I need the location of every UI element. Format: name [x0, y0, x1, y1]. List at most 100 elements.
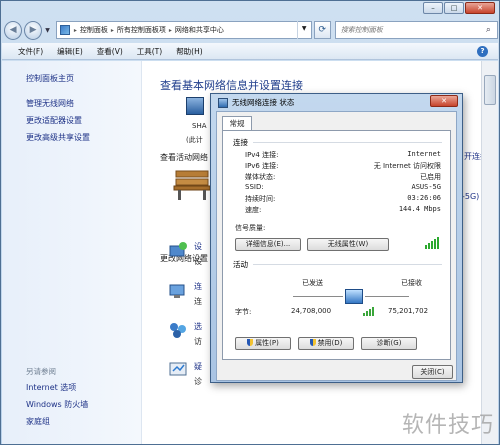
media-state-value: 已启用 [420, 173, 441, 181]
wireless-adapter-icon [218, 97, 228, 108]
bytes-label: 字节: [235, 308, 252, 316]
see-also-internet-options[interactable]: Internet 选项 [26, 382, 76, 393]
breadcrumb-separator: ▸ [73, 26, 77, 34]
sidebar-item-home[interactable]: 控制面板主页 [26, 73, 74, 84]
bytes-sent: 24,708,000 [291, 307, 332, 315]
disable-button-label: 禁用(D) [317, 339, 343, 347]
signal-strength-icon [425, 237, 439, 249]
task-troubleshoot-desc: 诊 [194, 377, 202, 386]
search-box[interactable]: ⌕ [334, 21, 498, 39]
dialog-close-icon[interactable]: ✕ [430, 95, 458, 107]
activity-divider [253, 264, 442, 265]
address-bar[interactable]: ▸ 控制面板 ▸ 所有控制面板项 ▸ 网络和共享中心 ▼ [55, 21, 312, 39]
watermark-text: 软件技巧 [401, 413, 494, 438]
connection-divider [253, 142, 442, 143]
breadcrumb-separator: ▸ [168, 26, 172, 34]
wireless-properties-label: 无线属性(W) [327, 240, 369, 248]
task-homegroup-desc: 访 [194, 337, 202, 346]
disable-button[interactable]: 禁用(D) [298, 337, 354, 350]
homegroup-icon [170, 323, 186, 338]
sent-line [293, 296, 343, 297]
recent-pages-dropdown[interactable]: ▼ [45, 27, 50, 34]
duration-label: 持续时间: [245, 195, 276, 203]
see-also-homegroup[interactable]: 家庭组 [26, 416, 50, 427]
media-state-label: 媒体状态: [245, 173, 276, 181]
wireless-status-dialog: 无线网络连接 状态 ✕ 常规 连接 IPv4 连接: Internet IPv6… [210, 93, 463, 383]
breadcrumb-network-center[interactable]: 网络和共享中心 [175, 25, 224, 35]
network-activity-icon [345, 289, 363, 304]
menu-view[interactable]: 查看(V) [97, 46, 123, 57]
page-title: 查看基本网络信息并设置连接 [160, 79, 303, 92]
search-icon[interactable]: ⌕ [486, 25, 491, 35]
menu-file[interactable]: 文件(F) [18, 46, 43, 57]
properties-button[interactable]: 属性(P) [235, 337, 291, 350]
computer-name: SHA [192, 122, 207, 130]
task-troubleshoot-title[interactable]: 疑 [194, 361, 202, 372]
task-setup-desc: 设 [194, 257, 202, 266]
window-caption-buttons: – □ ✕ [423, 2, 495, 14]
sidebar-item-advanced-sharing[interactable]: 更改高级共享设置 [26, 132, 90, 143]
vertical-scrollbar[interactable] [481, 61, 498, 444]
minimize-button[interactable]: – [423, 2, 443, 14]
breadcrumb-separator: ▸ [110, 26, 114, 34]
network-name-suffix[interactable]: -5G) [462, 192, 479, 201]
menu-help[interactable]: 帮助(H) [176, 46, 203, 57]
close-window-button[interactable]: ✕ [465, 2, 495, 14]
search-input[interactable] [340, 26, 486, 34]
task-connect-title[interactable]: 连 [194, 281, 202, 292]
activity-header: 活动 [233, 260, 248, 269]
breadcrumb-all-items[interactable]: 所有控制面板项 [117, 25, 166, 35]
control-panel-icon [59, 25, 70, 35]
maximize-button[interactable]: □ [444, 2, 464, 14]
duration-value: 03:26:06 [407, 194, 441, 202]
menu-edit[interactable]: 编辑(E) [57, 46, 83, 57]
general-panel: 连接 IPv4 连接: Internet IPv6 连接: 无 Internet… [222, 130, 451, 360]
sidebar-item-adapter-settings[interactable]: 更改适配器设置 [26, 115, 82, 126]
details-button-label: 详细信息(E)... [245, 240, 291, 248]
see-also-windows-firewall[interactable]: Windows 防火墙 [26, 399, 88, 410]
sidebar-item-manage-wireless[interactable]: 管理无线网络 [26, 98, 74, 109]
computer-icon [186, 97, 204, 115]
public-network-bench-icon [173, 170, 211, 200]
connect-network-icon [169, 284, 185, 298]
ipv6-label: IPv6 连接: [245, 162, 279, 170]
dialog-title: 无线网络连接 状态 [232, 98, 295, 107]
task-setup-title[interactable]: 设 [194, 241, 202, 252]
troubleshoot-icon [169, 362, 187, 376]
menu-tools[interactable]: 工具(T) [137, 46, 162, 57]
dialog-body: 常规 连接 IPv4 连接: Internet IPv6 连接: 无 Inter… [216, 111, 457, 381]
menu-bar: 文件(F) 编辑(E) 查看(V) 工具(T) 帮助(H) ? [2, 43, 498, 60]
sidebar: 控制面板主页 管理无线网络 更改适配器设置 更改高级共享设置 另请参阅 Inte… [2, 61, 142, 444]
back-button[interactable]: ◀ [4, 20, 23, 40]
dialog-titlebar: 无线网络连接 状态 [218, 97, 294, 108]
speed-label: 速度: [245, 206, 262, 214]
uac-shield-icon [247, 339, 254, 346]
speed-value: 144.4 Mbps [398, 205, 441, 213]
setup-connection-icon [169, 242, 187, 257]
navigation-bar: ◀ ▶ ▼ ▸ 控制面板 ▸ 所有控制面板项 ▸ 网络和共享中心 ▼ ⟳ ⌕ [4, 19, 498, 41]
activity-signal-icon [363, 307, 374, 316]
task-homegroup-title[interactable]: 选 [194, 321, 202, 332]
address-dropdown-icon[interactable]: ▼ [296, 21, 311, 39]
scrollbar-thumb[interactable] [484, 75, 496, 105]
signal-quality-label: 信号质量: [235, 224, 266, 232]
active-networks-heading: 查看活动网络 [160, 153, 208, 162]
tab-general[interactable]: 常规 [222, 116, 252, 131]
ipv6-value: 无 Internet 访问权限 [373, 162, 441, 170]
properties-button-label: 属性(P) [255, 339, 279, 347]
details-button[interactable]: 详细信息(E)... [235, 238, 301, 251]
refresh-button[interactable]: ⟳ [313, 21, 331, 39]
received-line [365, 296, 409, 297]
see-also-heading: 另请参阅 [26, 367, 56, 376]
forward-button[interactable]: ▶ [24, 20, 43, 40]
breadcrumb-control-panel[interactable]: 控制面板 [80, 25, 108, 35]
help-icon[interactable]: ? [477, 45, 488, 57]
diagnose-button[interactable]: 诊断(G) [361, 337, 417, 350]
wireless-properties-button[interactable]: 无线属性(W) [307, 238, 389, 251]
close-button[interactable]: 关闭(C) [412, 365, 453, 379]
task-connect-desc: 连 [194, 297, 202, 306]
ipv4-value: Internet [407, 150, 441, 158]
bytes-received: 75,201,702 [388, 307, 429, 315]
connection-header: 连接 [233, 138, 248, 147]
diagnose-button-label: 诊断(G) [376, 339, 402, 347]
